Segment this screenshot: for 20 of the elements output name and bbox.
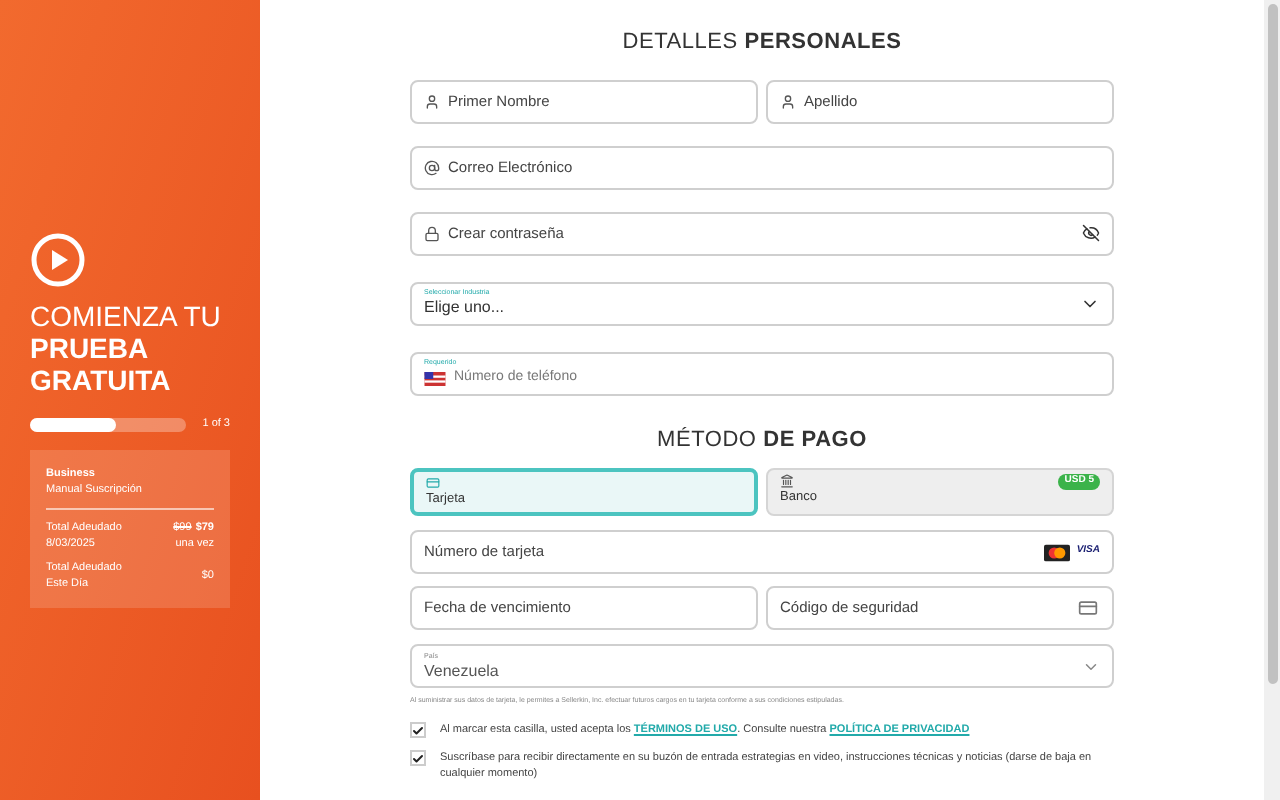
section-heading: MÉTODO DE PAGO <box>655 425 869 455</box>
card-icon <box>1076 598 1100 618</box>
bank-icon <box>780 474 794 488</box>
country-value: Venezuela <box>424 661 499 681</box>
user-icon <box>780 93 796 109</box>
lock-icon <box>424 225 440 241</box>
at-icon <box>424 159 440 175</box>
industry-value: Elige uno... <box>424 298 505 318</box>
user-icon <box>424 93 440 109</box>
checkbox[interactable] <box>410 722 426 738</box>
checkbox[interactable] <box>410 750 426 766</box>
logo-icon <box>30 232 86 289</box>
flag-icon <box>424 371 446 385</box>
card-icon <box>426 476 440 490</box>
mastercard-icon <box>1044 543 1071 561</box>
eye-off-icon[interactable] <box>1082 224 1100 242</box>
section-heading: DETALLES PERSONALES <box>620 28 904 58</box>
scrollbar[interactable] <box>1264 0 1280 800</box>
sidebar-title: COMIENZA TU <box>30 300 223 333</box>
sidebar-title-bold: PRUEBA GRATUITA <box>30 332 173 397</box>
